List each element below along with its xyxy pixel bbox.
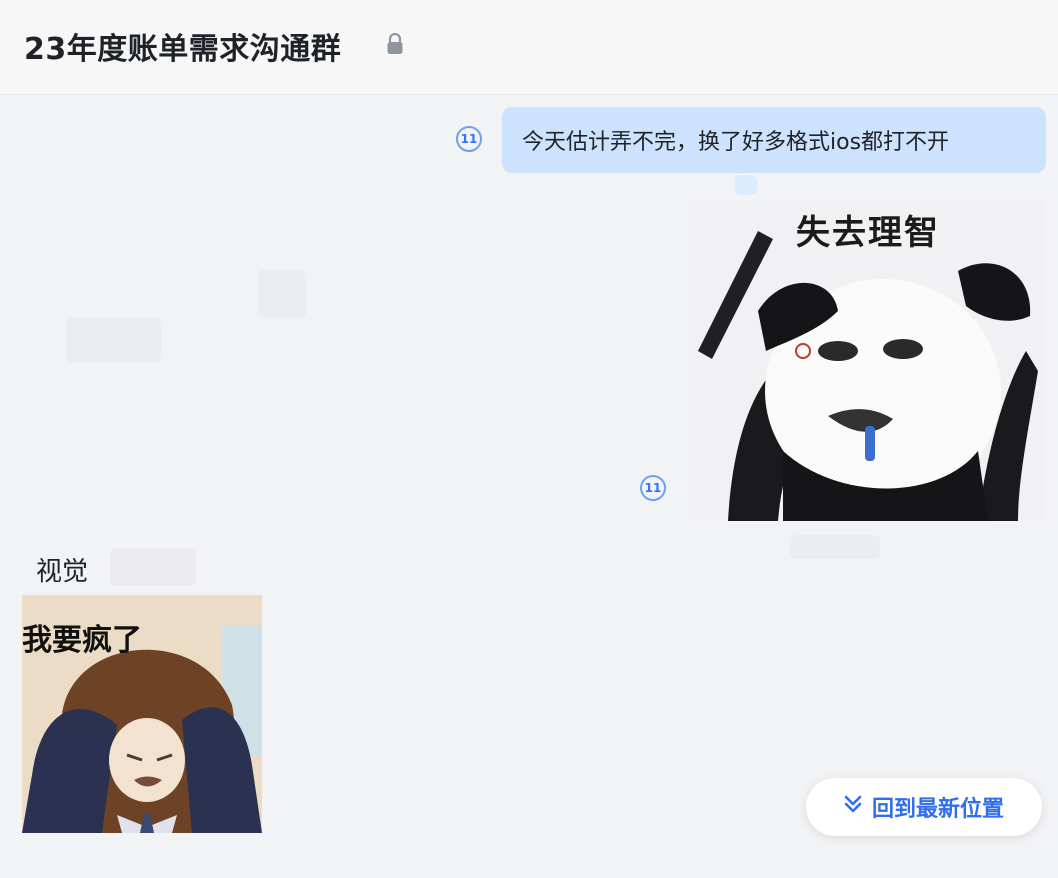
sticker-caption: 失去理智: [796, 213, 940, 253]
blur-patch: [790, 535, 880, 559]
sender-name[interactable]: 视觉: [36, 551, 88, 588]
sticker-image[interactable]: 我要疯了: [22, 595, 262, 833]
jump-to-latest-label: 回到最新位置: [871, 797, 1004, 822]
group-title[interactable]: 23年度账单需求沟通群: [24, 24, 341, 68]
double-chevron-down-icon: [844, 794, 862, 820]
chat-header: 23年度账单需求沟通群: [0, 0, 1058, 95]
message-list[interactable]: 11 今天估计弄不完，换了好多格式ios都打不开 11 失去理智 视觉 我要疯了…: [0, 95, 1058, 878]
blur-patch: [66, 317, 161, 363]
blur-patch: [110, 548, 196, 586]
read-count-badge[interactable]: 11: [640, 475, 666, 501]
sticker-caption: 我要疯了: [22, 623, 142, 658]
blur-patch: [735, 175, 757, 195]
blur-patch: [258, 270, 306, 318]
jump-to-latest-button[interactable]: 回到最新位置: [806, 778, 1042, 836]
message-bubble[interactable]: 今天估计弄不完，换了好多格式ios都打不开: [502, 107, 1046, 173]
lock-icon: [386, 32, 404, 59]
read-count-badge[interactable]: 11: [456, 126, 482, 152]
sticker-image[interactable]: 失去理智: [688, 201, 1044, 521]
